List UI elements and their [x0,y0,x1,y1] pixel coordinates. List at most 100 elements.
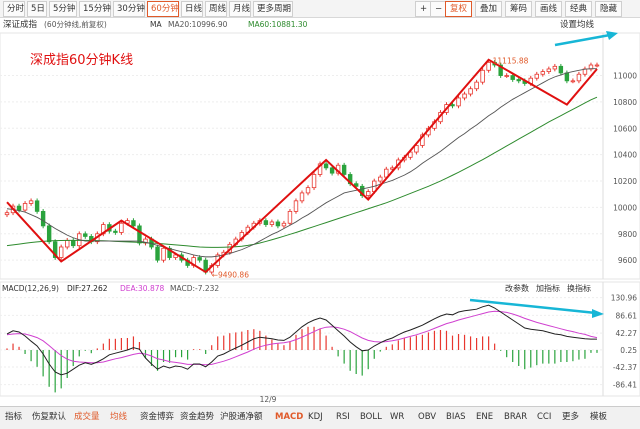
candle-body [341,164,347,175]
candle-body [197,257,202,261]
candle-body [161,247,166,261]
indicator-tab-1[interactable]: 伤复默认 [32,410,66,425]
candle-body [480,69,485,83]
macd-name: MACD(12,26,9) [2,284,59,293]
candle-body [594,64,600,67]
candle-body [131,220,136,227]
candle-body [155,246,160,261]
moving-averages [6,68,598,258]
candle-body [540,71,546,75]
ma60-line [6,96,598,248]
candle-body [263,220,269,225]
candle-body [65,239,70,248]
price-tick-label: 11000 [613,72,637,81]
price-tick-label: 10200 [613,177,637,186]
candle-body [305,187,311,194]
price-tick-label: 9600 [618,256,637,265]
add-indicator-button[interactable]: 加指标 [536,283,560,293]
price-tick-label: 10800 [613,98,637,107]
indicator-tab-9[interactable]: RSI [336,410,350,425]
kline-chart: 9600 9800 10000 10200 10400 10600 10800 11000 1… [0,31,640,404]
indicator-tab-11[interactable]: WR [390,410,404,425]
price-tick-label: 9800 [618,230,637,239]
cyan-arrowhead-macd [592,309,604,318]
macd-dea: DEA:30.878 [120,284,165,293]
indicator-tab-13[interactable]: BIAS [446,410,466,425]
cyan-arrow-macd [469,298,597,315]
candle-body [28,200,34,204]
candle-body [462,93,467,99]
macd-axis: 130.96 86.61 42.27 0.25 -42.37 -86.41 [602,282,638,396]
candle-body [378,176,383,182]
macd-tick-label: 130.96 [611,294,637,303]
candle-body [570,80,576,83]
macd-tick-label: 86.61 [616,311,638,320]
price-annotations: 11115.88 ←9490.86 [212,56,529,279]
low-price-note: ←9490.86 [212,271,250,280]
indicator-tab-12[interactable]: OBV [418,410,436,425]
high-price-note: 11115.88 [493,56,529,65]
candle-body [366,191,371,196]
candle-body [287,210,293,224]
candle-body [450,104,455,107]
candle-body [281,222,287,227]
candle-body [22,203,28,211]
cyan-arrowhead-main [606,31,618,40]
candle-body [40,210,46,227]
indicator-tab-8[interactable]: KDJ [308,410,323,425]
candle-body [137,225,142,244]
candle-body [275,221,281,227]
price-tick-label: 10000 [613,203,637,212]
switch-indicator-button[interactable]: 换指标 [567,283,591,293]
price-tick-label: 10600 [613,124,637,133]
chart-annotation-title: 深成指60分钟K线 [30,52,133,68]
candle-body [504,75,509,77]
candle-body [323,163,329,169]
candle-body [34,200,40,212]
candle-body [558,65,564,74]
indicator-tab-10[interactable]: BOLL [360,410,382,425]
indicator-tab-14[interactable]: ENE [476,410,493,425]
macd-histogram [6,326,598,393]
indicator-tab-0[interactable]: 指标 [5,410,22,425]
indicator-tab-2[interactable]: 成交量 [74,410,100,425]
macd-tick-label: 0.25 [620,346,637,355]
indicator-tab-3[interactable]: 均线 [110,410,127,425]
indicator-tab-16[interactable]: CCI [537,410,551,425]
candle-body [293,200,299,212]
candle-body [329,167,335,174]
price-axis: 9600 9800 10000 10200 10400 10600 10800 11000 [602,33,637,279]
candle-body [311,174,317,189]
price-tick-label: 10400 [613,151,637,160]
candle-body [83,233,88,237]
candle-body [58,246,64,258]
candle-body [510,75,515,80]
indicator-tab-7[interactable]: MACD [275,410,303,425]
candle-body [546,68,552,73]
indicator-tab-17[interactable]: 更多 [562,410,579,425]
candle-body [486,61,491,71]
cyan-arrow-main [554,33,611,47]
candle-body [299,192,305,202]
main-grid [0,75,603,261]
ma20-line [6,68,597,258]
macd-tick-label: -86.41 [613,381,637,390]
macd-tick-label: -42.37 [613,363,637,372]
change-params-button[interactable]: 改参数 [505,283,529,293]
candle-body [576,73,582,82]
macd-value: MACD:-7.232 [170,284,219,293]
x-axis-date: 12/9 [260,395,277,404]
macd-tick-label: 42.27 [616,329,638,338]
candle-body [552,65,558,70]
macd-dif: DIF:27.262 [67,284,108,293]
indicator-tab-18[interactable]: 模板 [590,410,607,425]
candle-body [71,239,76,247]
indicator-tab-4[interactable]: 资金博弈 [140,410,174,425]
candle-body [534,73,539,79]
indicator-tab-6[interactable]: 沪股通净额 [220,410,263,425]
candle-body [516,79,521,82]
candle-body [269,221,275,225]
indicator-tab-15[interactable]: BRAR [504,410,527,425]
candle-body [564,72,570,82]
indicator-tab-5[interactable]: 资金趋势 [180,410,214,425]
